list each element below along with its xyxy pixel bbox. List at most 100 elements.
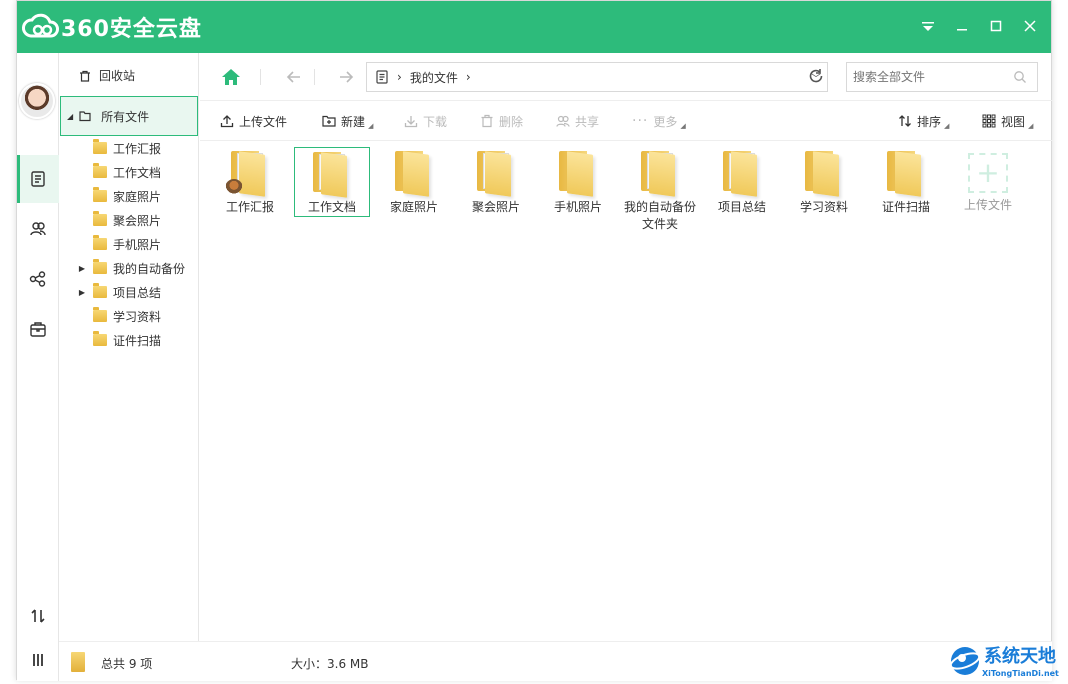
tree-item-label: 家庭照片 bbox=[113, 189, 162, 204]
share-button[interactable]: 共享 bbox=[556, 111, 599, 131]
file-name: 证件扫描 bbox=[881, 200, 930, 214]
search-icon[interactable] bbox=[1013, 70, 1027, 84]
file-tile[interactable]: 工作汇报 bbox=[212, 147, 288, 231]
folder-icon bbox=[803, 151, 845, 197]
menu-icon[interactable] bbox=[917, 15, 939, 37]
tree-item-folder[interactable]: 家庭照片 bbox=[77, 186, 161, 206]
folder-outline-icon bbox=[79, 111, 91, 122]
upload-button[interactable]: 上传文件 bbox=[220, 111, 287, 131]
file-name: 工作文档 bbox=[307, 200, 356, 214]
watermark-title: 系统天地 bbox=[984, 646, 1056, 667]
nav-contacts-icon[interactable] bbox=[17, 205, 59, 253]
download-button[interactable]: 下载 bbox=[404, 111, 447, 131]
watermark-subtitle: XiTongTianDi.net bbox=[982, 669, 1059, 678]
file-tile-selected[interactable]: 工作文档 bbox=[294, 147, 370, 217]
tree-recycle-bin[interactable]: 回收站 bbox=[79, 67, 135, 84]
divider bbox=[314, 69, 315, 85]
status-size: 大小：3.6 MB bbox=[291, 657, 369, 671]
new-label: 新建 bbox=[341, 114, 366, 129]
file-tile[interactable]: 学习资料 bbox=[786, 147, 862, 231]
file-name: 家庭照片 bbox=[389, 200, 438, 214]
sort-label: 排序 bbox=[917, 114, 942, 129]
address-toolbar: › 我的文件 › ﹀ bbox=[200, 53, 1052, 101]
folder-icon bbox=[93, 307, 107, 322]
folder-icon bbox=[393, 151, 435, 197]
file-tile[interactable]: 我的自动备份文件夹 bbox=[622, 147, 698, 243]
new-button[interactable]: 新建 ◢ bbox=[322, 111, 373, 131]
tree-item-folder[interactable]: 手机照片 bbox=[77, 234, 161, 254]
delete-label: 删除 bbox=[499, 114, 524, 129]
dropdown-corner-icon: ◢ bbox=[1028, 122, 1034, 130]
expand-arrow-icon[interactable]: ▶ bbox=[77, 264, 87, 273]
nav-share-icon[interactable] bbox=[17, 255, 59, 303]
tree-item-folder[interactable]: 工作汇报 bbox=[77, 138, 161, 158]
share-label: 共享 bbox=[575, 114, 600, 129]
collapse-arrow-icon[interactable]: ◢ bbox=[67, 112, 73, 121]
refresh-icon[interactable] bbox=[806, 67, 826, 87]
file-tile[interactable]: 手机照片 bbox=[540, 147, 616, 231]
avatar[interactable] bbox=[19, 83, 55, 119]
file-tile[interactable]: 聚会照片 bbox=[458, 147, 534, 231]
search-input[interactable] bbox=[853, 70, 1003, 84]
folder-icon bbox=[93, 163, 107, 178]
tree-all-files[interactable]: ◢ 所有文件 bbox=[60, 96, 198, 136]
folder-icon bbox=[225, 151, 271, 197]
breadcrumb-current[interactable]: 我的文件 bbox=[410, 69, 458, 86]
upload-tile[interactable]: + 上传文件 bbox=[950, 147, 1026, 231]
expand-arrow-icon[interactable]: ▶ bbox=[77, 288, 87, 297]
tree-item-label: 聚会照片 bbox=[113, 213, 162, 228]
left-nav bbox=[17, 53, 59, 681]
file-name: 手机照片 bbox=[553, 200, 602, 214]
app-logo: 360安全云盘 bbox=[21, 11, 202, 43]
folder-tree: 回收站 ◢ 所有文件 工作汇报 工作文档 家庭照片 聚会照片 手机照片 ▶ 我的… bbox=[59, 53, 199, 641]
grid-view-icon bbox=[982, 114, 996, 128]
file-tile[interactable]: 家庭照片 bbox=[376, 147, 452, 231]
cloud-logo-icon bbox=[22, 13, 59, 38]
maximize-icon[interactable] bbox=[985, 15, 1007, 37]
menu-bars-icon[interactable] bbox=[17, 645, 59, 675]
watermark: 系统天地 XiTongTianDi.net bbox=[946, 640, 1066, 682]
search-box[interactable] bbox=[846, 62, 1038, 92]
view-button[interactable]: 视图 ◢ bbox=[982, 111, 1033, 131]
tree-item-folder[interactable]: 证件扫描 bbox=[77, 330, 161, 350]
tree-item-folder[interactable]: ▶ 我的自动备份 bbox=[77, 258, 185, 278]
forward-arrow-icon[interactable] bbox=[336, 67, 356, 87]
more-button[interactable]: ··· 更多 ◢ bbox=[632, 111, 686, 131]
trash-icon bbox=[481, 114, 493, 128]
file-name: 项目总结 bbox=[717, 200, 766, 214]
tree-item-label: 工作汇报 bbox=[113, 141, 162, 156]
tree-item-folder[interactable]: 学习资料 bbox=[77, 306, 161, 326]
new-folder-icon bbox=[322, 115, 336, 127]
tree-item-folder[interactable]: 工作文档 bbox=[77, 162, 161, 182]
tree-item-label: 工作文档 bbox=[113, 165, 162, 180]
folder-icon bbox=[557, 151, 599, 197]
upload-label: 上传文件 bbox=[239, 114, 288, 129]
folder-icon bbox=[93, 283, 107, 298]
tree-item-label: 我的自动备份 bbox=[113, 261, 186, 276]
close-icon[interactable] bbox=[1019, 15, 1041, 37]
path-separator-icon: › bbox=[397, 70, 402, 84]
title-bar[interactable]: 360安全云盘 bbox=[17, 1, 1051, 53]
path-bar[interactable]: › 我的文件 › ﹀ bbox=[366, 62, 828, 92]
dropdown-corner-icon: ◢ bbox=[944, 122, 950, 130]
folder-icon bbox=[721, 151, 763, 197]
file-tile[interactable]: 项目总结 bbox=[704, 147, 780, 231]
file-tile[interactable]: 证件扫描 bbox=[868, 147, 944, 231]
folder-icon bbox=[93, 331, 107, 346]
back-arrow-icon[interactable] bbox=[284, 67, 304, 87]
home-icon[interactable] bbox=[220, 66, 242, 88]
tree-item-folder[interactable]: ▶ 项目总结 bbox=[77, 282, 161, 302]
upload-tile-label: 上传文件 bbox=[963, 198, 1012, 212]
minimize-icon[interactable] bbox=[951, 15, 973, 37]
transfer-icon[interactable] bbox=[17, 601, 59, 631]
tree-item-label: 手机照片 bbox=[113, 237, 162, 252]
more-label: 更多 bbox=[653, 114, 678, 129]
delete-button[interactable]: 删除 bbox=[480, 111, 523, 131]
nav-files-icon[interactable] bbox=[17, 155, 59, 203]
nav-toolbox-icon[interactable] bbox=[17, 305, 59, 353]
sort-button[interactable]: 排序 ◢ bbox=[898, 111, 949, 131]
file-name: 学习资料 bbox=[799, 200, 848, 214]
view-label: 视图 bbox=[1001, 114, 1026, 129]
tree-item-folder[interactable]: 聚会照片 bbox=[77, 210, 161, 230]
sort-icon bbox=[899, 115, 911, 127]
